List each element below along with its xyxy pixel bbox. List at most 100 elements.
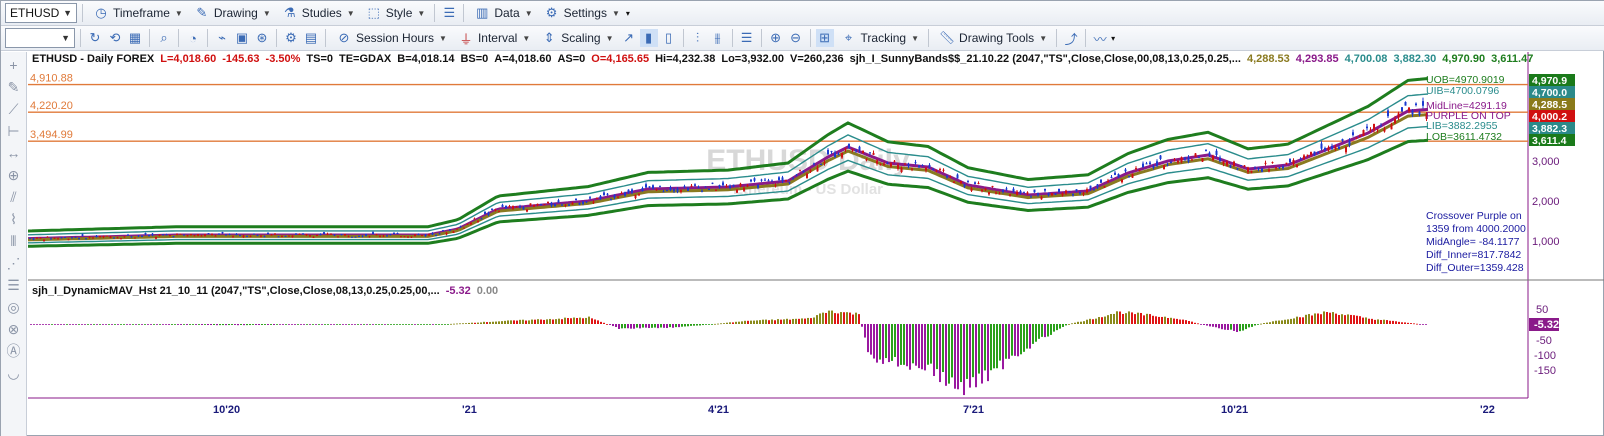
candle-body <box>1103 186 1106 188</box>
histogram-bar <box>57 324 59 325</box>
histogram-bar <box>708 324 710 325</box>
candle-body <box>1082 192 1085 195</box>
line-chart-icon[interactable]: ↗ <box>620 29 638 47</box>
data-menu[interactable]: ▥ Data ▼ <box>469 3 536 24</box>
arc-icon[interactable]: ◡ <box>5 364 23 382</box>
candle-body <box>1131 173 1134 178</box>
histogram-bar <box>1305 314 1307 324</box>
candle-body <box>372 232 374 235</box>
histogram-bar <box>90 324 92 325</box>
bar-chart-icon: ▥ <box>476 5 489 20</box>
candle-body <box>788 182 791 184</box>
histogram-axis[interactable]: 50 -50 -100 -150 -5.32 <box>1529 304 1559 377</box>
picture-icon[interactable]: ▣ <box>233 29 251 47</box>
interval-input[interactable]: ▼ <box>5 28 75 48</box>
gann-icon[interactable]: ⋰ <box>5 254 23 272</box>
histogram-bar <box>270 324 272 325</box>
link-icon[interactable]: ⟲ <box>106 29 124 47</box>
histogram-bar <box>729 322 731 324</box>
scaling-menu[interactable]: ⇕ Scaling ▼ <box>536 28 617 49</box>
arrow-range-icon[interactable]: ↔ <box>5 144 23 162</box>
chevron-down-icon[interactable]: ▼ <box>61 33 70 43</box>
overflow-icon[interactable]: ▾ <box>626 9 630 18</box>
price-chart[interactable]: ETHUSD Daily Ethereum - US Dollar 4,910.… <box>28 52 1604 436</box>
panes-icon[interactable]: ☰ <box>738 29 756 47</box>
histogram-bar <box>201 324 203 325</box>
settings-menu[interactable]: ⚙ Settings ▼ <box>539 3 624 24</box>
crosshair-grid-icon[interactable]: ⊞ <box>815 29 834 47</box>
pattern-icon[interactable]: ⌁ <box>213 29 231 47</box>
trendline-icon[interactable]: ⟋ <box>5 100 23 118</box>
histogram-bar <box>1407 322 1409 324</box>
session-icon: ⊘ <box>338 30 350 45</box>
horizontal-line-icon[interactable]: ⊢ <box>5 122 23 140</box>
ohlc-bar-icon[interactable]: ⫶ <box>689 29 707 47</box>
candle-body <box>1292 159 1295 165</box>
hollow-candle-icon[interactable]: ▯ <box>660 29 678 47</box>
candle-body <box>120 238 122 240</box>
channel-icon[interactable]: ⫽ <box>5 188 23 206</box>
zoom-in-icon[interactable]: ⊕ <box>767 29 785 47</box>
overflow-icon[interactable]: ▾ <box>1111 34 1115 43</box>
candlestick-icon[interactable]: ▮ <box>639 29 658 47</box>
brush-icon[interactable]: ⌇ <box>5 210 23 228</box>
histogram-bar <box>1095 318 1097 324</box>
candle-body <box>578 202 581 205</box>
candle-body <box>396 232 399 234</box>
candle-body <box>1100 179 1102 183</box>
interval-menu[interactable]: ⏚ Interval ▼ <box>453 28 534 49</box>
candle-body <box>827 149 829 155</box>
symbol-input[interactable]: ETHUSD ▼ <box>5 3 77 23</box>
price-axis[interactable]: 3,000 2,000 1,000 <box>1532 156 1560 248</box>
levels-icon[interactable]: ☰ <box>5 276 23 294</box>
separator <box>178 29 179 47</box>
grid-icon[interactable]: ▦ <box>126 29 144 47</box>
histogram-bar <box>33 324 35 325</box>
analytics-icon[interactable]: 〰 <box>1091 29 1109 47</box>
time-axis[interactable]: 10'20 '21 4'21 7'21 10'21 '22 <box>213 404 1495 416</box>
studies-menu[interactable]: ⚗ Studies ▼ <box>277 3 359 24</box>
ellipse-icon[interactable]: ◎ <box>5 298 23 316</box>
chevron-down-icon[interactable]: ▼ <box>63 8 72 18</box>
candle-body <box>820 163 822 165</box>
candle-body <box>494 209 497 211</box>
candle-body <box>340 234 343 236</box>
zoom-out-icon[interactable]: ⊖ <box>787 29 805 47</box>
drawing-tools-label: Drawing Tools <box>959 31 1035 45</box>
cycle-icon[interactable]: ⊗ <box>5 320 23 338</box>
drawing-tools-strip: + ✎ ⟋ ⊢ ↔ ⊕ ⫽ ⌇ ⫴ ⋰ ☰ ◎ ⊗ Ⓐ ◡ <box>1 52 27 436</box>
histogram-bar <box>732 322 734 324</box>
layout-icon[interactable]: ☰ <box>440 4 458 22</box>
histogram-bar <box>1368 318 1370 324</box>
fib-icon[interactable]: ⫴ <box>5 232 23 250</box>
add-study-icon[interactable]: ⤴ <box>1062 29 1080 47</box>
scan-icon[interactable]: ⊛ <box>253 29 271 47</box>
format-icon[interactable]: ▤ <box>302 29 320 47</box>
text-icon[interactable]: Ⓐ <box>5 342 23 360</box>
histogram-bar <box>738 321 740 324</box>
drawing-tools-menu[interactable]: 📏︎ Drawing Tools ▼ <box>934 28 1051 49</box>
histogram-bar <box>249 324 251 326</box>
tracking-menu[interactable]: ⌖ Tracking ▼ <box>836 28 924 49</box>
speedometer-icon[interactable]: ◔ <box>184 29 202 47</box>
cursor-icon[interactable]: + <box>5 56 23 74</box>
pen-icon[interactable]: ✎ <box>5 78 23 96</box>
zoom-search-icon[interactable]: ⌕ <box>155 29 173 47</box>
candle-body <box>529 203 532 206</box>
hlc-bar-icon[interactable]: ⫵ <box>709 29 727 47</box>
histogram-bar <box>258 324 260 326</box>
session-hours-menu[interactable]: ⊘ Session Hours ▼ <box>331 28 451 49</box>
drawing-menu[interactable]: ✎ Drawing ▼ <box>189 3 275 24</box>
candle-body <box>1369 129 1372 131</box>
refresh-icon[interactable]: ↻ <box>86 29 104 47</box>
vertical-line-icon[interactable]: ⊕ <box>5 166 23 184</box>
histogram-bar <box>795 318 797 324</box>
style-menu[interactable]: ⬚ Style ▼ <box>361 3 430 24</box>
histogram-bar <box>237 324 239 326</box>
candle-body <box>249 235 252 237</box>
histogram-bar <box>1179 319 1181 324</box>
properties-icon[interactable]: ⚙ <box>282 29 300 47</box>
histogram-bar <box>1245 324 1247 330</box>
candle-body <box>914 162 917 164</box>
timeframe-menu[interactable]: ◷ Timeframe ▼ <box>88 3 187 24</box>
